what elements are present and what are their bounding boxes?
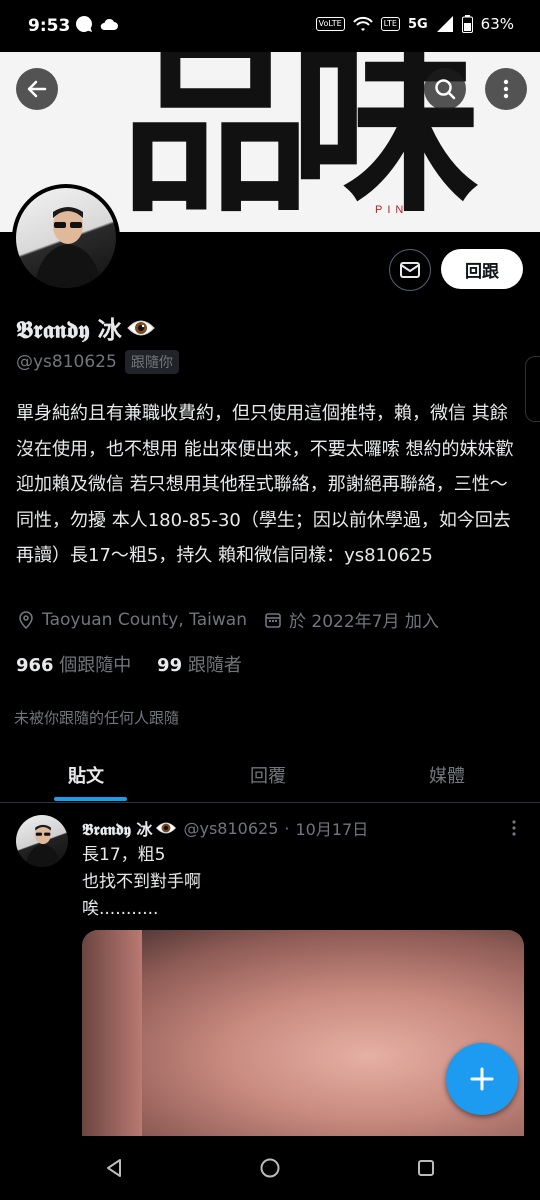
wifi-calling-icon (352, 16, 373, 31)
following-label: 個跟隨中 (53, 655, 132, 676)
status-notification-icons (75, 15, 119, 33)
tab-media[interactable]: 媒體 (429, 762, 465, 788)
back-button[interactable] (16, 68, 58, 110)
eye-emoji-icon (156, 822, 177, 834)
tab-replies[interactable]: 回覆 (250, 762, 286, 788)
tweet-header: 𝕭𝖗𝖆𝖓𝖉𝖞 冰 @ys810625 · 10月17日 (82, 816, 368, 840)
more-vertical-icon (512, 820, 516, 836)
square-recents-icon (418, 1160, 434, 1176)
media-shade (82, 930, 142, 1140)
nav-recents-button[interactable] (412, 1154, 440, 1182)
followers-link[interactable]: 99 跟隨者 (157, 655, 242, 676)
tweet-media-image[interactable] (82, 930, 524, 1140)
chat-notification-icon (75, 15, 92, 32)
search-icon (435, 79, 456, 100)
profile-meta: Taoyuan County, Taiwan 於 2022年7月 加入 (16, 607, 439, 632)
compose-button[interactable] (446, 1043, 518, 1115)
volte-icon: VoLTE (315, 17, 345, 31)
more-options-button[interactable] (485, 68, 527, 110)
status-system-icons: VoLTE LTE 5G 63% (315, 15, 514, 33)
plus-icon (470, 1067, 494, 1091)
followers-count: 99 (157, 655, 183, 676)
more-vertical-icon (503, 79, 509, 99)
circle-home-icon (260, 1158, 280, 1178)
tweet-more-button[interactable] (508, 818, 520, 838)
status-bar: 9:53 VoLTE LTE 5G 63% (0, 0, 540, 52)
display-name-text: 𝕭𝖗𝖆𝖓𝖉𝖞 冰 (16, 315, 122, 344)
followers-label: 跟隨者 (182, 655, 242, 676)
message-button[interactable] (389, 249, 431, 291)
banner-calligraphy: 品味 (120, 52, 480, 232)
system-nav-bar (0, 1136, 540, 1200)
nav-home-button[interactable] (256, 1154, 284, 1182)
profile-tabs: 貼文 回覆 媒體 (0, 750, 540, 803)
follow-counts: 966 個跟隨中 99 跟隨者 (16, 651, 242, 677)
search-button[interactable] (424, 68, 466, 110)
profile-location: Taoyuan County, Taiwan (42, 609, 247, 630)
lte-icon: LTE (380, 17, 400, 31)
tweet-author-handle: @ys810625 (183, 818, 279, 838)
cloud-icon (100, 18, 118, 30)
tweet-avatar[interactable] (16, 815, 68, 867)
profile-joined-date: 於 2022年7月 加入 (288, 612, 439, 632)
tweet-separator: · (284, 818, 290, 838)
tweet-text: 長17，粗5 也找不到對手啊 唉........... (82, 845, 201, 919)
location-pin-icon (19, 610, 33, 629)
eye-emoji-icon (127, 320, 155, 335)
status-time: 9:53 (28, 16, 71, 36)
active-tab-indicator (54, 797, 127, 801)
profile-display-name: 𝕭𝖗𝖆𝖓𝖉𝖞 冰 (16, 310, 156, 345)
tweet-author-name[interactable]: 𝕭𝖗𝖆𝖓𝖉𝖞 冰 (82, 816, 177, 840)
battery-icon (461, 15, 473, 33)
follow-back-button[interactable]: 回跟 (441, 249, 523, 289)
network-type: 5G (407, 16, 428, 32)
banner-pin-text: PIN (375, 204, 409, 216)
profile-handle: @ys810625 (16, 352, 117, 372)
following-link[interactable]: 966 個跟隨中 (16, 655, 131, 676)
arrow-left-icon (27, 80, 47, 98)
edge-panel-handle[interactable] (525, 356, 540, 422)
profile-bio: 單身純約且有兼職收費約，但只使用這個推特，賴，微信 其餘沒在使用，也不想用 能出… (16, 403, 514, 566)
followed-by-note: 未被你跟隨的任何人跟隨 (14, 709, 180, 727)
triangle-back-icon (107, 1159, 121, 1177)
handle-row: @ys810625 跟隨你 (16, 350, 179, 374)
tweet-avatar-person-icon (25, 824, 61, 867)
battery-percent: 63% (480, 15, 514, 33)
following-count: 966 (16, 655, 54, 676)
tab-posts[interactable]: 貼文 (68, 762, 104, 788)
nav-back-button[interactable] (100, 1154, 128, 1182)
avatar-person-icon (34, 207, 102, 288)
mail-icon (400, 262, 420, 278)
calendar-icon (265, 612, 281, 628)
profile-avatar[interactable] (12, 184, 120, 292)
tweet-date[interactable]: 10月17日 (295, 816, 368, 840)
tweet-author-name-text: 𝕭𝖗𝖆𝖓𝖉𝖞 冰 (82, 820, 153, 839)
signal-icon (436, 16, 453, 32)
follows-you-badge: 跟隨你 (124, 350, 179, 374)
